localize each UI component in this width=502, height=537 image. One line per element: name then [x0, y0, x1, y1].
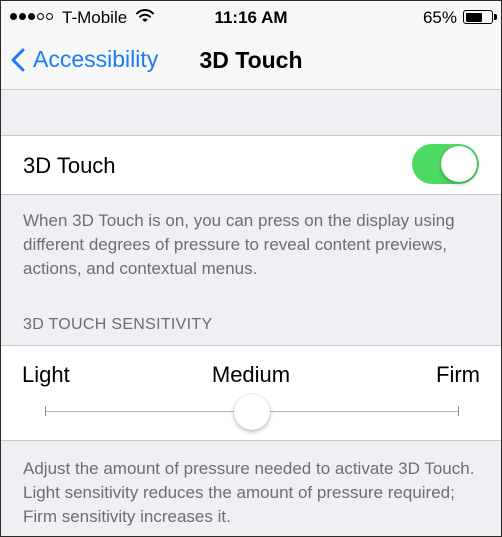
toggle-knob [441, 146, 477, 182]
navigation-bar: Accessibility 3D Touch [1, 35, 501, 90]
slider-tick-firm [458, 406, 459, 416]
status-bar: T-Mobile 11:16 AM 65% [1, 1, 501, 35]
page-title: 3D Touch [199, 47, 303, 73]
screen: T-Mobile 11:16 AM 65% Accessibility 3D T… [0, 0, 502, 537]
battery-icon [463, 10, 493, 24]
3d-touch-toggle[interactable] [412, 144, 479, 184]
sensitivity-description: Adjust the amount of pressure needed to … [23, 459, 475, 526]
battery-percentage: 65% [422, 8, 457, 27]
sensitivity-slider-thumb[interactable] [234, 394, 270, 430]
battery-tip [494, 14, 497, 20]
3d-touch-row: 3D Touch [1, 135, 501, 195]
sensitivity-label-medium: Medium [211, 362, 291, 387]
3d-touch-description: When 3D Touch is on, you can press on th… [23, 211, 455, 278]
sensitivity-section-header: 3D TOUCH SENSITIVITY [23, 316, 213, 333]
sensitivity-label-firm: Firm [436, 362, 480, 387]
sensitivity-slider-row: Light Medium Firm [1, 345, 501, 441]
slider-tick-light [45, 406, 46, 416]
3d-touch-label: 3D Touch [23, 153, 116, 178]
